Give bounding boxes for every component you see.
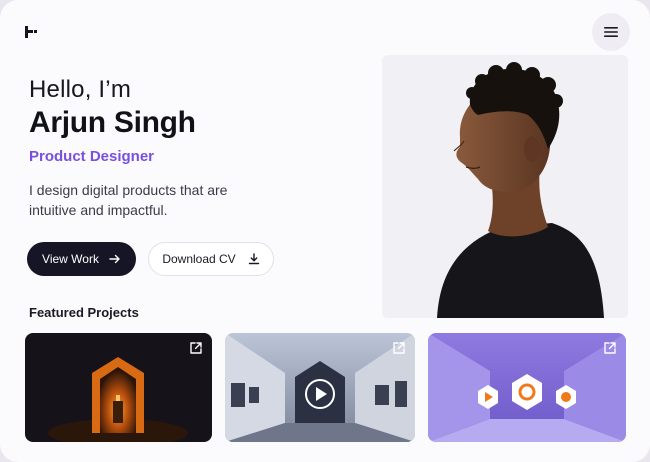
project-thumbnail [225, 333, 415, 442]
hamburger-menu-icon [604, 27, 618, 37]
view-work-button[interactable]: View Work [27, 242, 136, 276]
profile-portrait [382, 55, 628, 318]
menu-button[interactable] [592, 13, 630, 51]
job-title: Product Designer [29, 148, 155, 165]
external-link-icon[interactable] [603, 341, 617, 355]
arrow-right-icon [109, 254, 120, 264]
download-icon [248, 253, 259, 265]
external-link-icon[interactable] [392, 341, 406, 355]
brand-logo[interactable] [24, 25, 38, 39]
project-thumbnail [428, 333, 626, 442]
project-card-2[interactable] [225, 333, 415, 442]
view-work-label: View Work [42, 252, 99, 266]
download-cv-button[interactable]: Download CV [148, 242, 274, 276]
external-link-icon[interactable] [189, 341, 203, 355]
featured-projects-title: Featured Projects [29, 305, 139, 320]
intro-text: I design digital products that are intui… [29, 182, 228, 218]
greeting: Hello, I’m [29, 76, 132, 103]
download-cv-label: Download CV [162, 252, 236, 266]
project-thumbnail [25, 333, 212, 442]
portfolio-page: Hello, I’m Arjun Singh Product Designer … [0, 0, 650, 462]
person-name: Arjun Singh [29, 106, 196, 139]
project-card-1[interactable] [25, 333, 212, 442]
project-card-3[interactable] [428, 333, 626, 442]
